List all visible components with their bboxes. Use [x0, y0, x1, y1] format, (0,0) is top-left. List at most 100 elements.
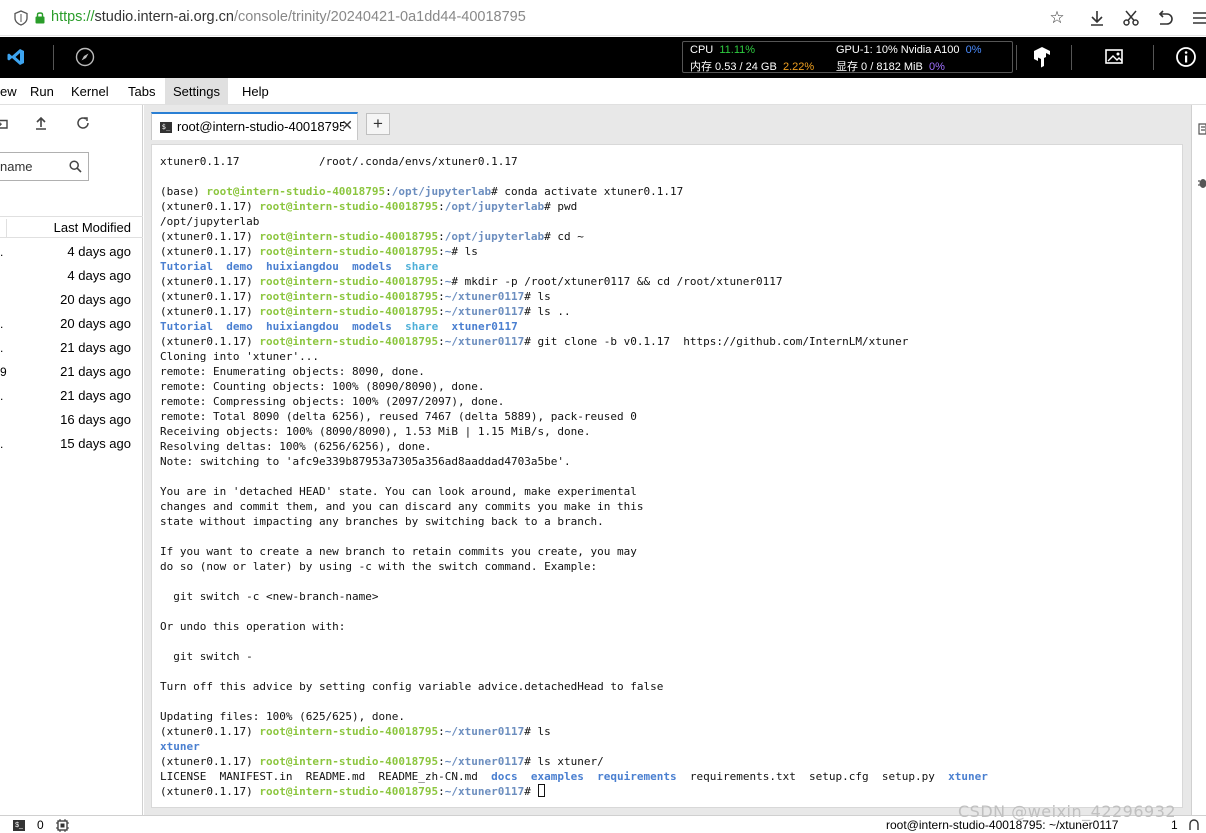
terminal-line: Turn off this advice by setting config v…	[160, 679, 988, 694]
terminal-line: (xtuner0.1.17) root@intern-studio-400187…	[160, 304, 988, 319]
gpu-usage: GPU-1: 10% Nvidia A100 0%	[836, 44, 982, 56]
close-icon[interactable]: ✕	[341, 117, 353, 134]
terminal-tab[interactable]: $_ root@intern-studio-40018795: ✕	[151, 112, 358, 140]
property-inspector-icon[interactable]	[1197, 123, 1206, 135]
terminal-line	[160, 634, 988, 649]
refresh-icon[interactable]	[75, 115, 91, 131]
vram-usage: 显存 0 / 8182 MiB 0%	[836, 58, 945, 74]
file-row[interactable]: 9 21 days ago	[0, 360, 143, 384]
terminal-text: xtuner0.1.17 /root/.conda/envs/xtuner0.1…	[160, 155, 518, 168]
file-row[interactable]: .15 days ago	[0, 432, 143, 456]
file-name-fragment: .	[0, 389, 3, 403]
download-icon[interactable]	[1087, 8, 1107, 28]
debugger-icon[interactable]	[1197, 177, 1206, 189]
terminal-text: state without impacting any branches by …	[160, 515, 604, 528]
file-row[interactable]: 20 days ago	[0, 288, 143, 312]
terminal-text: # pwd	[544, 200, 577, 213]
browser-url-bar: https://studio.intern-ai.org.cn/console/…	[0, 0, 1206, 36]
undo-icon[interactable]	[1155, 8, 1175, 28]
file-row[interactable]: .20 days ago	[0, 312, 143, 336]
directory-name: huixiangdou	[266, 260, 339, 273]
url-field[interactable]: https://studio.intern-ai.org.cn/console/…	[51, 9, 526, 25]
search-icon	[69, 160, 82, 173]
terminal-count[interactable]: 0	[37, 818, 44, 832]
file-modified: 4 days ago	[67, 244, 131, 259]
terminal-output[interactable]: xtuner0.1.17 /root/.conda/envs/xtuner0.1…	[151, 144, 1183, 808]
prompt-user: root@intern-studio-40018795	[259, 335, 438, 348]
terminal-text: # git clone -b v0.1.17 https://github.co…	[524, 335, 908, 348]
vscode-icon[interactable]	[6, 47, 26, 67]
menu-tabs[interactable]: Tabs	[120, 78, 163, 105]
file-name-fragment: .	[0, 317, 3, 331]
tensorflow-icon[interactable]	[1031, 46, 1053, 68]
terminal-line	[160, 694, 988, 709]
file-modified: 21 days ago	[60, 364, 131, 379]
menu-run[interactable]: Run	[22, 78, 62, 105]
terminal-line: (xtuner0.1.17) root@intern-studio-400187…	[160, 274, 988, 289]
kernel-icon[interactable]	[56, 819, 69, 832]
shield-icon[interactable]	[14, 10, 28, 26]
terminal-text: do so (now or later) by using -c with th…	[160, 560, 597, 573]
file-name-fragment: .	[0, 245, 3, 259]
scissors-icon[interactable]	[1121, 8, 1141, 28]
prompt-user: root@intern-studio-40018795	[259, 200, 438, 213]
upload-icon[interactable]	[33, 115, 49, 131]
menu-settings[interactable]: Settings	[165, 78, 228, 105]
file-row[interactable]: 4 days ago	[0, 264, 143, 288]
prompt-path: ~/xtuner0117	[445, 305, 524, 318]
terminal-icon: $_	[160, 122, 172, 133]
file-modified: 15 days ago	[60, 436, 131, 451]
new-folder-icon[interactable]	[0, 115, 8, 131]
terminal-text	[392, 320, 405, 333]
terminal-line: (xtuner0.1.17) root@intern-studio-400187…	[160, 289, 988, 304]
terminal-line: xtuner	[160, 739, 988, 754]
directory-name: models	[352, 260, 392, 273]
menu-view[interactable]: ew	[0, 78, 25, 105]
top-bar: CPU 11.11% 内存 0.53 / 24 GB 2.22% GPU-1: …	[0, 37, 1206, 78]
file-row[interactable]: .21 days ago	[0, 384, 143, 408]
info-icon[interactable]	[1175, 46, 1197, 68]
terminal-line: Cloning into 'xtuner'...	[160, 349, 988, 364]
divider	[53, 45, 54, 70]
file-modified: 16 days ago	[60, 412, 131, 427]
terminal-text: # ls	[451, 245, 478, 258]
last-modified-header[interactable]: Last Modified	[54, 220, 131, 235]
prompt-user: root@intern-studio-40018795	[259, 755, 438, 768]
compass-icon[interactable]	[75, 47, 95, 67]
file-name-fragment: 9	[0, 365, 7, 379]
file-row[interactable]: 16 days ago	[0, 408, 143, 432]
prompt-path: ~/xtuner0117	[445, 335, 524, 348]
file-filter-input[interactable]: name	[0, 152, 89, 181]
terminal-icon[interactable]: $_	[13, 820, 25, 831]
column-header: Last Modified	[0, 216, 143, 238]
terminal-text: (xtuner0.1.17)	[160, 200, 259, 213]
prompt-user: root@intern-studio-40018795	[259, 290, 438, 303]
add-tab-button[interactable]: +	[366, 113, 390, 135]
url-path: /console/trinity/20240421-0a1dd44-400187…	[234, 9, 526, 25]
column-divider[interactable]	[6, 219, 7, 237]
menu-help[interactable]: Help	[234, 78, 277, 105]
terminal-line: git switch -c <new-branch-name>	[160, 589, 988, 604]
bell-icon[interactable]	[1186, 817, 1202, 833]
terminal-line	[160, 604, 988, 619]
terminal-line: Receiving objects: 100% (8090/8090), 1.5…	[160, 424, 988, 439]
terminal-line: Updating files: 100% (625/625), done.	[160, 709, 988, 724]
terminal-line: Tutorial demo huixiangdou models share	[160, 259, 988, 274]
terminal-text: (xtuner0.1.17)	[160, 725, 259, 738]
star-icon[interactable]: ☆	[1047, 8, 1067, 28]
terminal-text: :	[438, 275, 445, 288]
file-row[interactable]: .21 days ago	[0, 336, 143, 360]
terminal-text: :	[438, 785, 445, 798]
terminal-text: remote: Compressing objects: 100% (2097/…	[160, 395, 504, 408]
image-icon[interactable]	[1104, 46, 1126, 68]
prompt-user: root@intern-studio-40018795	[259, 725, 438, 738]
menu-kernel[interactable]: Kernel	[63, 78, 117, 105]
prompt-path: ~/xtuner0117	[445, 290, 524, 303]
directory-name: xtuner	[160, 740, 200, 753]
divider	[1016, 45, 1017, 70]
file-row[interactable]: . 4 days ago	[0, 240, 143, 264]
terminal-line: xtuner0.1.17 /root/.conda/envs/xtuner0.1…	[160, 154, 988, 169]
file-list: .4 days ago4 days ago20 days ago.20 days…	[0, 240, 143, 456]
menu-icon[interactable]	[1190, 8, 1206, 28]
terminal-text	[253, 260, 266, 273]
